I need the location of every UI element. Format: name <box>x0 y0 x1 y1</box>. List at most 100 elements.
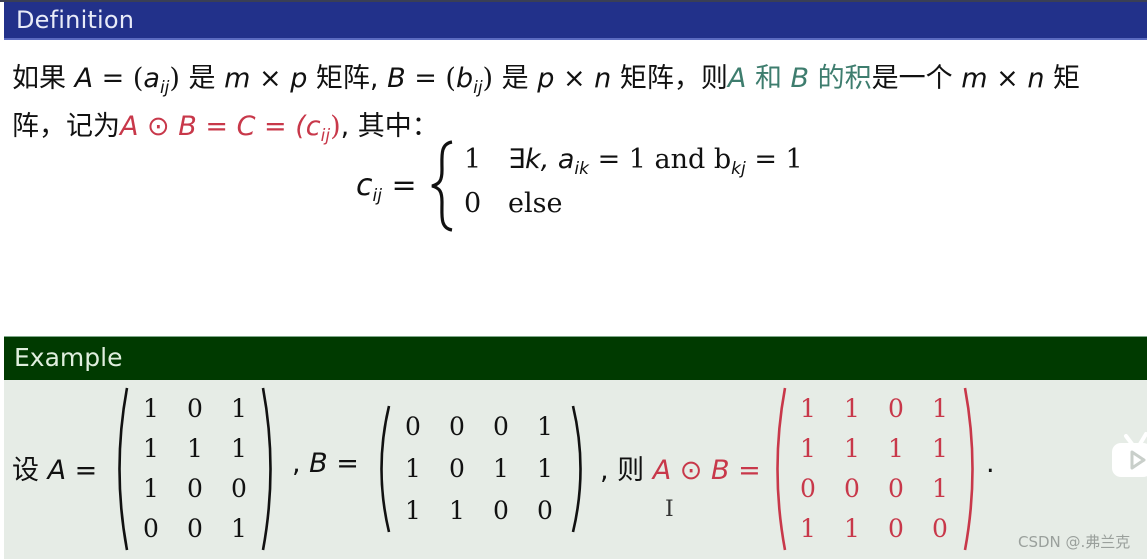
case-1: 1 ∃k, aik = 1 and bkj = 1 <box>464 144 803 178</box>
text: 矩阵，则 <box>611 63 728 94</box>
left-paren-icon <box>118 387 129 551</box>
left-paren-icon <box>776 387 787 551</box>
highlight-text: 和 <box>746 63 791 94</box>
math-sub: ij <box>320 126 331 146</box>
example-header: Example <box>4 336 1147 380</box>
matrix-cell: 1 <box>537 412 553 441</box>
case-condition: = 1 <box>745 144 803 175</box>
math-B: B <box>387 63 406 94</box>
matrix-cell: 0 <box>537 496 553 525</box>
highlight-text: 的积 <box>809 63 872 94</box>
text: , 则 <box>600 455 653 486</box>
case-condition: else <box>508 188 563 219</box>
matrix-cell: 1 <box>932 474 948 503</box>
matrix-product: 1101111100011100 <box>768 386 982 552</box>
matrix-cell: 1 <box>844 514 860 543</box>
text: ) <box>330 111 341 142</box>
math-c: c <box>305 111 321 142</box>
text: 如果 <box>12 63 75 94</box>
matrix-cell: 1 <box>800 514 816 543</box>
case-value: 1 <box>464 144 482 175</box>
highlight-A: A <box>727 63 747 94</box>
math-eq: = <box>381 168 417 203</box>
right-paren-icon <box>261 387 272 551</box>
period: . <box>986 448 995 479</box>
matrix-cell: 0 <box>493 496 509 525</box>
math-b: b <box>455 63 474 94</box>
text: 设 <box>12 455 48 486</box>
matrix-cell: 0 <box>888 394 904 423</box>
matrix-cell: 0 <box>187 474 203 503</box>
definition-line-2: 阵，记为A ⊙ B = C = (cij), 其中： <box>12 110 439 146</box>
matrix-cell: 0 <box>888 474 904 503</box>
left-paren-icon <box>380 405 391 533</box>
tv-play-icon[interactable] <box>1110 430 1147 482</box>
math-eq: = ( <box>93 63 144 94</box>
matrix-cell: 1 <box>143 474 159 503</box>
definition-header: Definition <box>4 2 1147 40</box>
matrix-B: 000110111100 <box>372 404 590 534</box>
matrix-cell: 0 <box>231 474 247 503</box>
matrix-cell: 1 <box>405 496 421 525</box>
matrix-cell: 0 <box>449 454 465 483</box>
example-B-label: , B = <box>292 448 359 479</box>
matrix-cell: 1 <box>231 394 247 423</box>
text: ) 是 <box>169 63 225 94</box>
matrix-cell: 0 <box>800 474 816 503</box>
text: , 其中： <box>340 111 439 142</box>
math-sub: ij <box>473 78 483 98</box>
matrix-cell: 1 <box>231 434 247 463</box>
text: 阵，记为 <box>12 111 120 142</box>
math-sub: ij <box>159 78 170 98</box>
text: 是一个 <box>871 63 962 94</box>
math-sub: kj <box>731 159 746 179</box>
math-pxn: p × n <box>537 63 612 94</box>
matrix-cell: 1 <box>187 434 203 463</box>
matrix-cell: 1 <box>143 434 159 463</box>
math-a: a <box>143 63 160 94</box>
matrix-cell: 0 <box>844 474 860 503</box>
matrix-cell: 0 <box>143 514 159 543</box>
matrix-cell: 0 <box>493 412 509 441</box>
highlight-B: B <box>790 63 810 94</box>
matrix-cell: 1 <box>932 434 948 463</box>
math-mxn: m × n <box>961 63 1045 94</box>
watermark: CSDN @.弗兰克 <box>1018 533 1131 551</box>
matrix-cell: 1 <box>844 434 860 463</box>
matrix-cell: 0 <box>449 412 465 441</box>
text: ) 是 <box>482 63 538 94</box>
math-eq: = ( <box>405 63 456 94</box>
text: 矩 <box>1044 63 1081 94</box>
math-A: A <box>74 63 94 94</box>
matrix-cell: 1 <box>844 394 860 423</box>
math-A-label: A = <box>47 455 98 486</box>
matrix-cell: 1 <box>800 434 816 463</box>
math-sub: ik <box>574 159 589 179</box>
case-condition: = 1 and b <box>588 144 732 175</box>
matrix-cell: 1 <box>888 434 904 463</box>
matrix-cell: 0 <box>932 514 948 543</box>
left-brace-icon <box>431 140 453 232</box>
case-2: 0 else <box>464 188 562 219</box>
definition-title: Definition <box>16 6 135 34</box>
text-cursor-icon: I <box>665 497 674 522</box>
matrix-cell: 1 <box>449 496 465 525</box>
example-prefix: 设 A = <box>12 448 97 487</box>
math-B-label: B = <box>309 448 359 479</box>
matrix-cell: 0 <box>187 394 203 423</box>
matrix-cell: 0 <box>888 514 904 543</box>
matrix-cell: 1 <box>537 454 553 483</box>
math-result-label: A ⊙ B = <box>652 455 761 486</box>
matrix-cell: 1 <box>800 394 816 423</box>
math-c: c <box>356 168 373 203</box>
right-paren-icon <box>571 405 582 533</box>
piecewise-formula: cij = 1 ∃k, aik = 1 and bkj = 1 0 else <box>356 140 816 240</box>
matrix-cell: 0 <box>187 514 203 543</box>
text: , <box>292 448 310 479</box>
formula-lhs: cij = <box>356 168 417 205</box>
matrix-A: 101111100001 <box>110 386 280 552</box>
case-condition: ∃k, a <box>508 144 575 175</box>
matrix-cell: 1 <box>143 394 159 423</box>
matrix-cell: 1 <box>932 394 948 423</box>
math-mxp: m × p <box>224 63 308 94</box>
